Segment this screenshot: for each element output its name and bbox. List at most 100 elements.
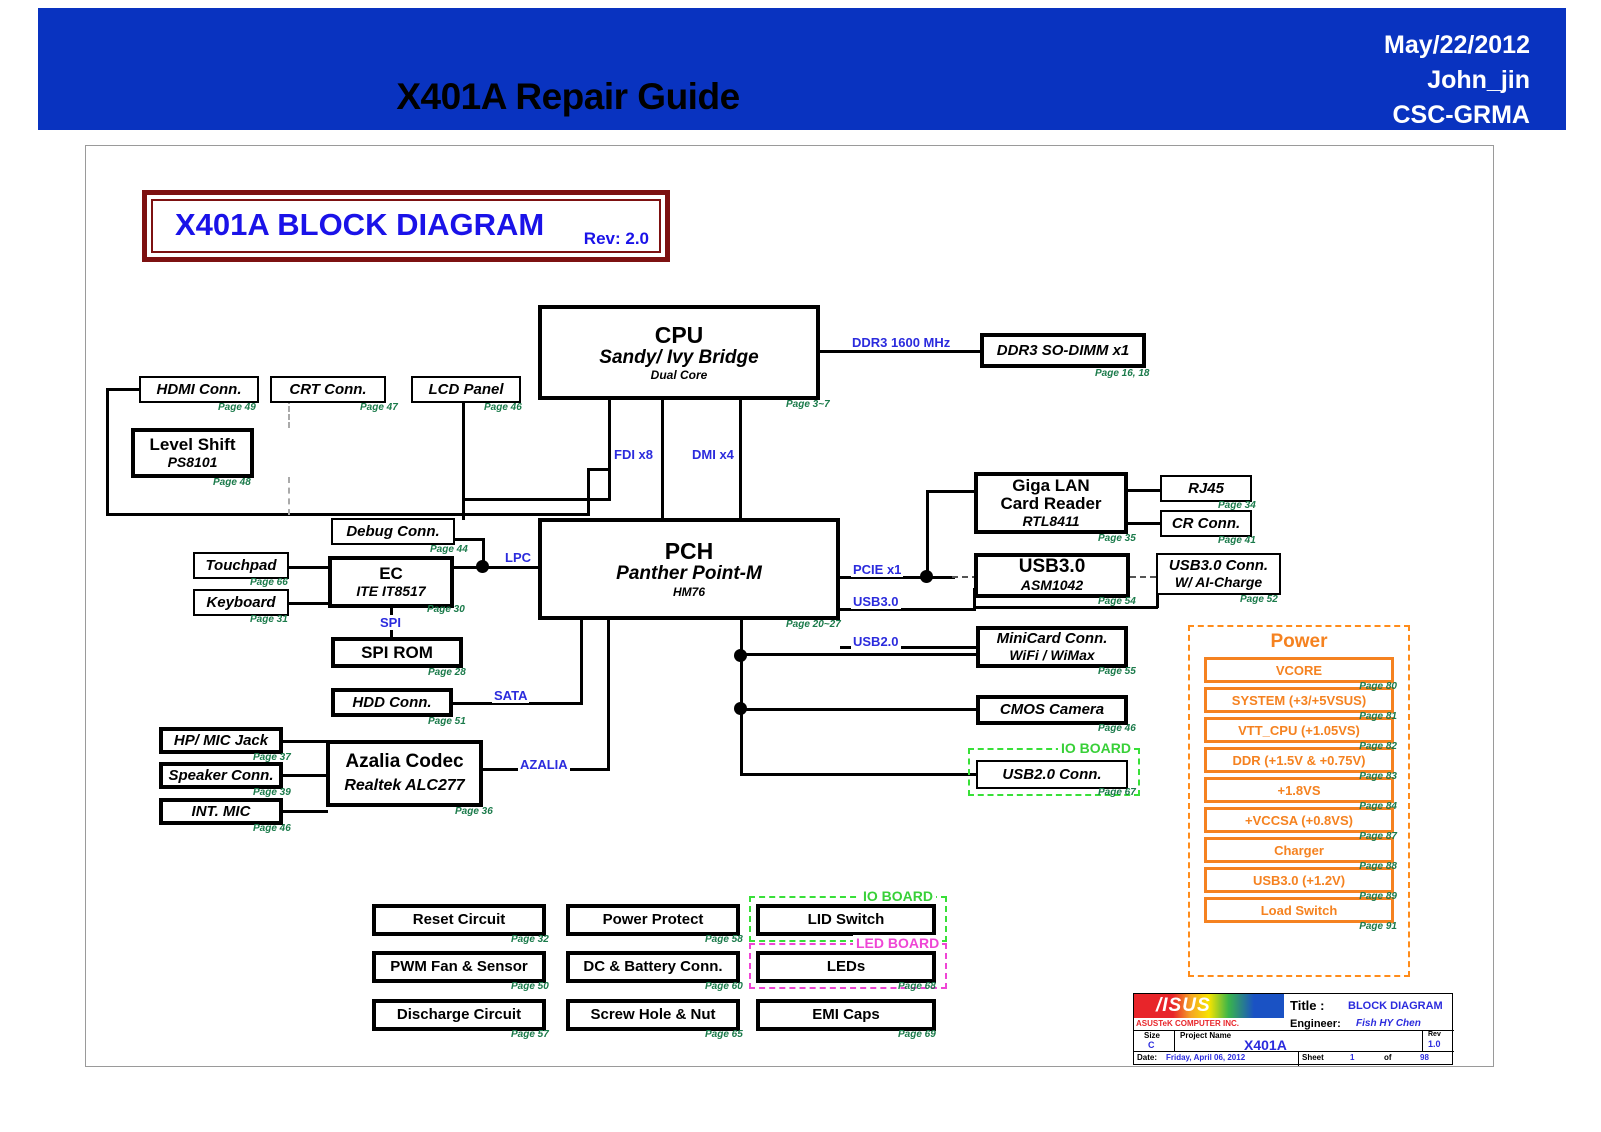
block-level-shift-title: Level Shift xyxy=(149,435,236,455)
titleblock-project-key: Project Name xyxy=(1180,1031,1232,1040)
power-rail-label: VTT_CPU (+1.05VS) xyxy=(1238,722,1360,738)
wire-usb20-conn xyxy=(740,773,976,776)
block-lcd-panel[interactable]: LCD Panel xyxy=(411,376,521,403)
power-rail-label: +1.8VS xyxy=(1277,782,1321,798)
wire-crt-down xyxy=(608,400,611,500)
block-usb30-controller[interactable]: USB3.0 ASM1042 xyxy=(974,553,1130,598)
block-cpu-sub2: Dual Core xyxy=(650,368,708,383)
block-hp-mic-jack[interactable]: HP/ MIC Jack xyxy=(159,727,283,754)
power-rail[interactable]: VCORE Page 80 xyxy=(1204,657,1397,692)
page-ref-spi-rom: Page 28 xyxy=(428,667,466,678)
power-rail-page-ref: Page 87 xyxy=(1359,831,1397,842)
wire-lcd-down xyxy=(462,400,465,520)
block-minicard-conn[interactable]: MiniCard Conn. WiFi / WiMax xyxy=(976,626,1128,668)
power-rail-label: VCORE xyxy=(1275,662,1323,678)
block-hp-mic-jack-label: HP/ MIC Jack xyxy=(173,731,269,749)
page-ref-dc-battery-conn: Page 60 xyxy=(705,981,743,992)
block-azalia-codec[interactable]: Azalia Codec Realtek ALC277 xyxy=(326,740,483,807)
signal-usb30: USB3.0 xyxy=(851,594,901,609)
page-ref-leds: Page 68 xyxy=(898,981,936,992)
page-ref-keyboard: Page 31 xyxy=(250,614,288,625)
block-cr-conn[interactable]: CR Conn. xyxy=(1160,510,1252,537)
block-cmos-camera[interactable]: CMOS Camera xyxy=(976,695,1128,725)
group-label-io-board-usb20: IO BOARD xyxy=(1058,740,1134,756)
block-hdmi-conn-label: HDMI Conn. xyxy=(156,380,242,398)
wire-pcie-up xyxy=(926,490,929,576)
power-panel: Power VCORE Page 80 SYSTEM (+3/+5VSUS) Page… xyxy=(1188,625,1410,977)
header-org: CSC-GRMA xyxy=(1392,101,1531,129)
titleblock-engineer-value: Fish HY Chen xyxy=(1356,1018,1421,1029)
block-touchpad[interactable]: Touchpad xyxy=(193,552,289,579)
block-leds[interactable]: LEDs xyxy=(756,951,936,983)
block-crt-conn[interactable]: CRT Conn. xyxy=(270,376,386,403)
block-pwm-fan-sensor[interactable]: PWM Fan & Sensor xyxy=(372,951,546,983)
block-giga-lan-card-reader[interactable]: Giga LAN Card Reader RTL8411 xyxy=(974,472,1128,534)
block-rj45-label: RJ45 xyxy=(1188,479,1224,497)
block-azalia-codec-title: Azalia Codec xyxy=(345,750,464,772)
header-meta: May/22/2012 John_jin CSC-GRMA xyxy=(1110,28,1530,133)
page-ref-reset-circuit: Page 32 xyxy=(511,934,549,945)
block-pch-sub2: HM76 xyxy=(672,584,705,599)
power-rail-label: Charger xyxy=(1274,842,1324,858)
block-giga-lan-title: Giga LAN xyxy=(1012,476,1090,496)
header-date: May/22/2012 xyxy=(1384,31,1530,59)
power-rail-label: +VCCSA (+0.8VS) xyxy=(1245,812,1353,828)
block-hdd-conn[interactable]: HDD Conn. xyxy=(331,688,453,717)
block-pch[interactable]: PCH Panther Point-M HM76 xyxy=(538,518,840,620)
block-card-reader-title: Card Reader xyxy=(1000,493,1102,513)
block-ddr3-sodimm[interactable]: DDR3 SO-DIMM x1 xyxy=(980,333,1146,368)
signal-ddr3: DDR3 1600 MHz xyxy=(850,335,953,350)
power-rail-page-ref: Page 88 xyxy=(1359,861,1397,872)
block-discharge-circuit[interactable]: Discharge Circuit xyxy=(372,999,546,1031)
junction-usb20-b xyxy=(734,702,747,715)
block-usb30-conn[interactable]: USB3.0 Conn. W/ AI-Charge xyxy=(1156,553,1281,595)
block-int-mic[interactable]: INT. MIC xyxy=(159,798,283,825)
page-ref-screw-hole-nut: Page 65 xyxy=(705,1029,743,1040)
block-hdmi-conn[interactable]: HDMI Conn. xyxy=(139,376,259,403)
block-diagram-title-box: X401A BLOCK DIAGRAM Rev: 2.0 xyxy=(142,190,670,262)
page-ref-hdd-conn: Page 51 xyxy=(428,716,466,727)
page-ref-usb20-conn: Page 67 xyxy=(1098,787,1136,798)
block-spi-rom[interactable]: SPI ROM xyxy=(331,637,463,668)
titleblock-sheet-key: Sheet xyxy=(1302,1053,1324,1062)
block-screw-hole-nut[interactable]: Screw Hole & Nut xyxy=(566,999,740,1031)
page-ref-level-shift: Page 48 xyxy=(213,477,251,488)
junction-usb20-a xyxy=(734,649,747,662)
page-title: X401A Repair Guide xyxy=(396,76,740,117)
block-crt-conn-label: CRT Conn. xyxy=(289,380,367,398)
titleblock-engineer-key: Engineer: xyxy=(1290,1018,1341,1030)
block-reset-circuit[interactable]: Reset Circuit xyxy=(372,904,546,936)
diagram-title-inner-border: X401A BLOCK DIAGRAM Rev: 2.0 xyxy=(151,199,661,253)
page-ref-lcd-panel: Page 46 xyxy=(484,402,522,413)
block-azalia-codec-sub: Realtek ALC277 xyxy=(344,776,465,794)
block-lid-switch[interactable]: LID Switch xyxy=(756,904,936,936)
block-emi-caps[interactable]: EMI Caps xyxy=(756,999,936,1031)
block-cpu[interactable]: CPU Sandy/ Ivy Bridge Dual Core xyxy=(538,305,820,400)
block-usb20-conn[interactable]: USB2.0 Conn. xyxy=(976,760,1128,789)
block-debug-conn[interactable]: Debug Conn. xyxy=(331,518,455,545)
wire-cpu-fdi xyxy=(661,400,664,520)
page-ref-debug-conn: Page 44 xyxy=(430,544,468,555)
page-ref-usb30-controller: Page 54 xyxy=(1098,596,1136,607)
block-rj45[interactable]: RJ45 xyxy=(1160,475,1252,502)
wire-pcie-gigalan xyxy=(926,490,974,493)
asus-logo-text: /ISUS xyxy=(1156,995,1211,1016)
block-ec[interactable]: EC ITE IT8517 xyxy=(328,556,454,608)
block-lcd-panel-label: LCD Panel xyxy=(428,380,504,398)
page-ref-speaker-conn: Page 39 xyxy=(253,787,291,798)
titleblock-sheet-number: 1 xyxy=(1350,1053,1355,1062)
titleblock-rev-value: 1.0 xyxy=(1428,1039,1441,1049)
block-dc-battery-conn[interactable]: DC & Battery Conn. xyxy=(566,951,740,983)
page-ref-hp-mic-jack: Page 37 xyxy=(253,752,291,763)
block-level-shift[interactable]: Level Shift PS8101 xyxy=(131,428,254,478)
header-author: John_jin xyxy=(1427,66,1530,94)
block-power-protect[interactable]: Power Protect xyxy=(566,904,740,936)
titleblock-title-value: BLOCK DIAGRAM xyxy=(1348,1000,1443,1012)
block-keyboard[interactable]: Keyboard xyxy=(193,589,289,616)
block-speaker-conn[interactable]: Speaker Conn. xyxy=(159,762,283,789)
wire-hdmi-left xyxy=(106,388,141,391)
asus-logo: /ISUS xyxy=(1134,994,1284,1018)
wire-hdmi-down xyxy=(106,388,109,516)
power-rail-label: USB3.0 (+1.2V) xyxy=(1252,872,1346,888)
titleblock-size-value: C xyxy=(1148,1040,1155,1050)
